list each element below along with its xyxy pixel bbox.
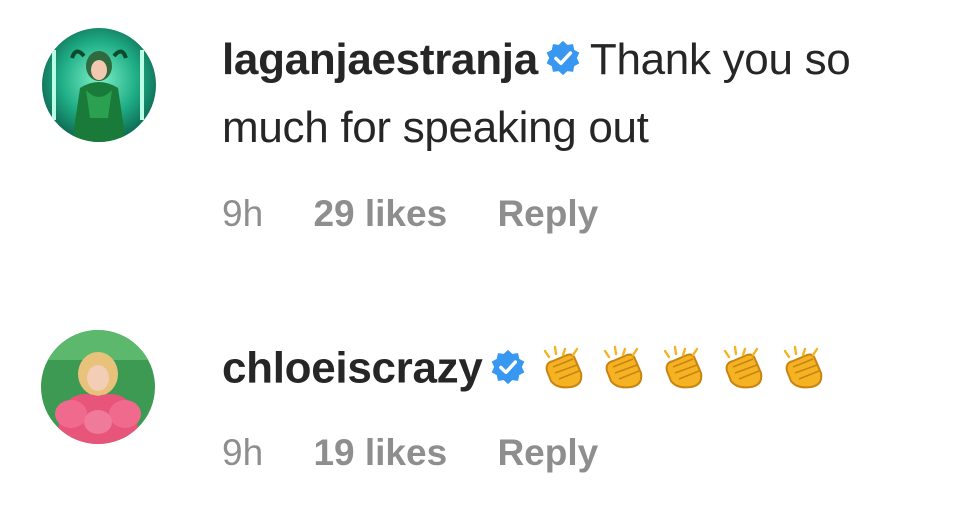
timestamp: 9h	[222, 432, 264, 473]
username[interactable]: chloeiscrazy	[222, 344, 483, 393]
comment-body: chloeiscrazy	[222, 332, 962, 410]
clap-emoji-icon	[597, 341, 651, 395]
clap-emoji-icon	[537, 341, 591, 395]
verified-badge-icon	[489, 348, 527, 386]
reply-button[interactable]: Reply	[497, 193, 598, 235]
clap-emoji-icon	[777, 341, 831, 395]
profile-photo-icon	[42, 28, 156, 142]
profile-photo-icon	[41, 330, 155, 444]
comment-meta: 9h 19 likes Reply	[222, 432, 638, 474]
username[interactable]: laganjaestranja	[222, 35, 538, 84]
avatar[interactable]	[41, 330, 155, 444]
verified-badge-icon	[544, 39, 582, 77]
comment-body: laganjaestranja Thank you so much for spe…	[222, 26, 962, 162]
avatar[interactable]	[42, 28, 156, 142]
comment-meta: 9h 29 likes Reply	[222, 193, 638, 235]
comment-text	[537, 332, 837, 400]
clap-emoji-icon	[717, 341, 771, 395]
timestamp: 9h	[222, 193, 264, 234]
likes-count[interactable]: 19 likes	[313, 432, 447, 474]
clap-emoji-icon	[657, 341, 711, 395]
likes-count[interactable]: 29 likes	[313, 193, 447, 235]
reply-button[interactable]: Reply	[497, 432, 598, 474]
